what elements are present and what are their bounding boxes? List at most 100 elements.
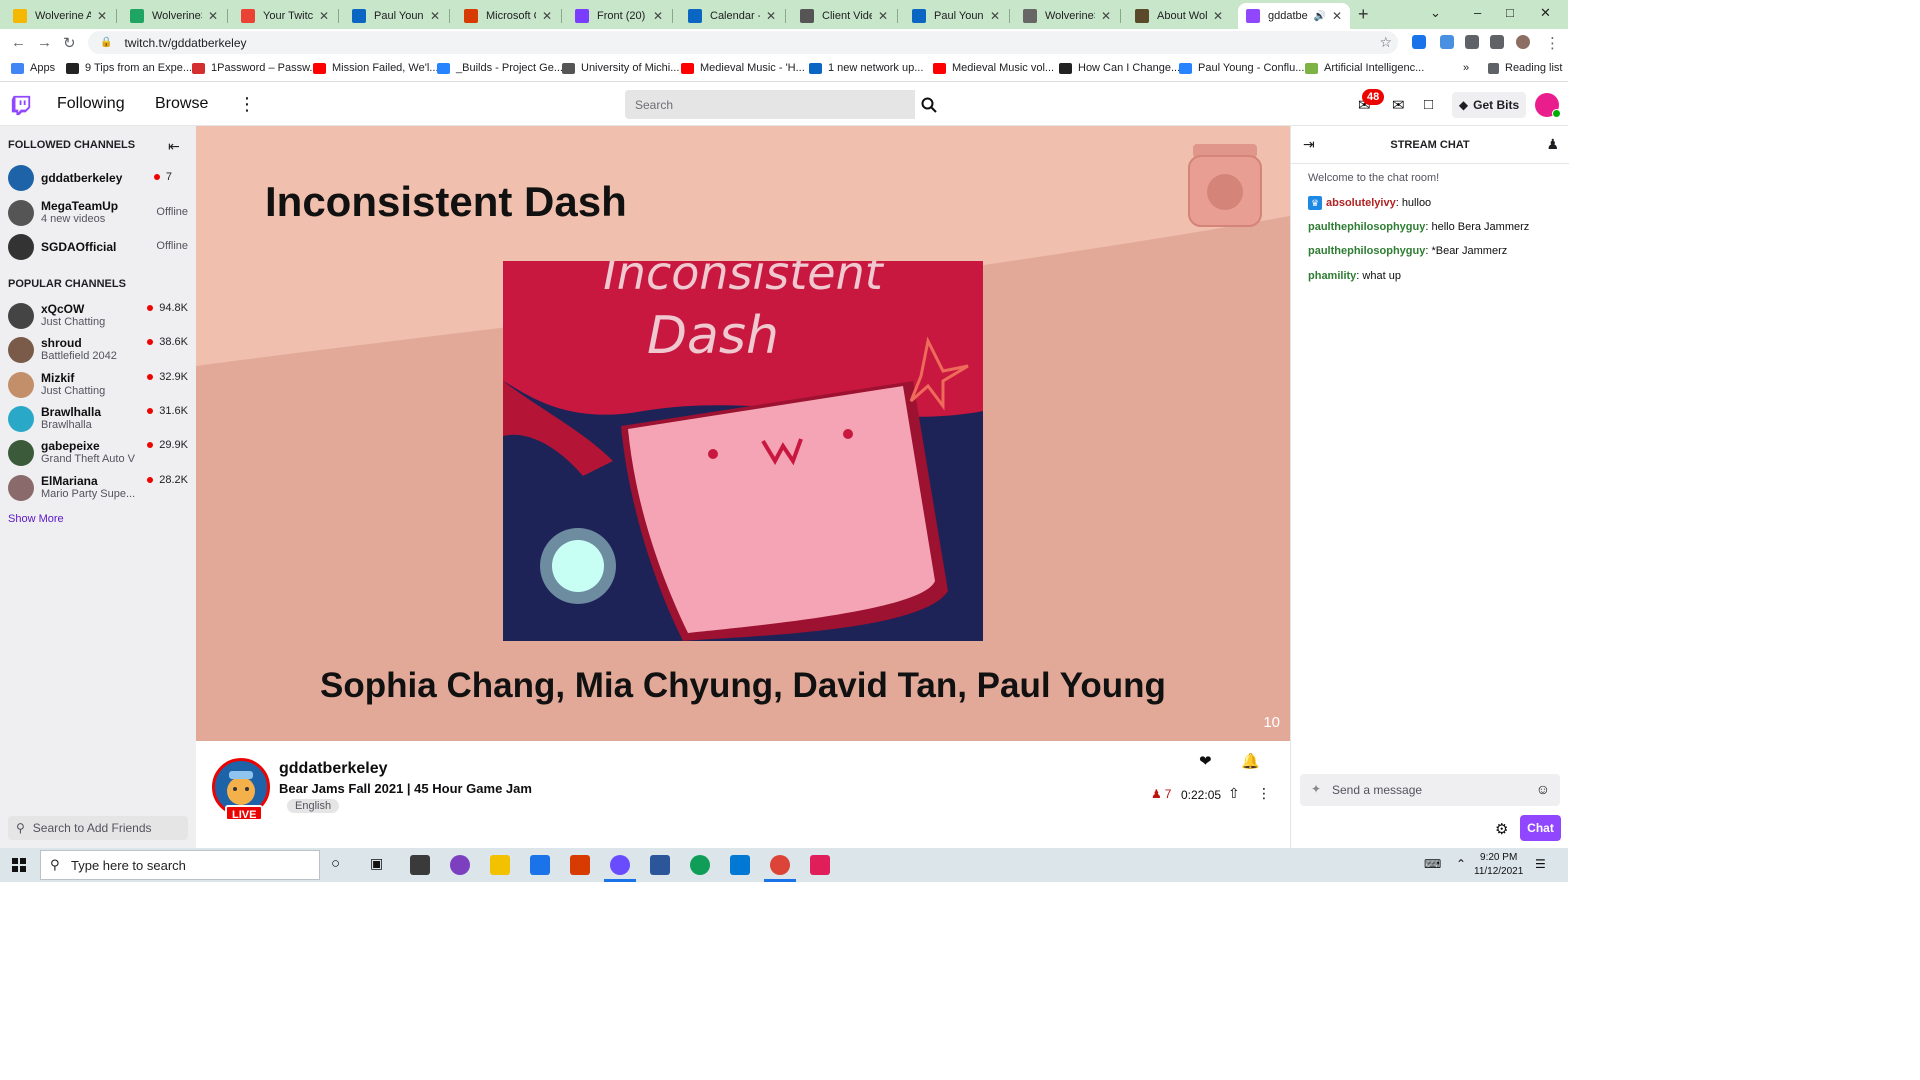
chat-username[interactable]: absolutelyivy [1326,197,1396,209]
speaker-icon[interactable]: 🔊 [1313,11,1325,22]
bookmark-item[interactable]: Apps [11,62,55,74]
close-icon[interactable]: ✕ [1101,9,1111,23]
file-explorer-icon[interactable] [490,855,510,875]
sidebar-channel[interactable]: gabepeixe Grand Theft Auto V 29.9K [0,436,196,470]
gear-icon[interactable]: ⚙ [1495,820,1508,838]
show-more-link[interactable]: Show More [8,513,64,525]
bookmark-item[interactable]: _Builds - Project Ge... [437,62,563,74]
sidebar-channel[interactable]: Mizkif Just Chatting 32.9K [0,368,196,402]
new-tab-icon[interactable]: + [1358,4,1369,25]
chat-input[interactable]: ✦ Send a message ☺ [1300,774,1560,806]
keyboard-icon[interactable]: ⌨ [1424,857,1441,871]
sidebar-channel[interactable]: gddatberkeley 7 [0,161,196,195]
close-icon[interactable]: ✕ [878,9,888,23]
close-icon[interactable]: ✕ [990,9,1000,23]
language-tag[interactable]: English [287,799,340,813]
store-icon[interactable] [410,855,430,875]
browser-tab[interactable]: Client Videos ✕ [792,3,896,29]
puzzle-icon[interactable] [1465,35,1479,49]
address-bar[interactable]: 🔒 twitch.tv/gddatberkeley ☆ [88,31,1398,54]
sidebar-channel[interactable]: SGDAOfficial Offline [0,230,196,264]
community-icon[interactable]: ♟ [1546,136,1559,153]
search-button[interactable] [915,90,943,119]
collapse-sidebar-icon[interactable]: ⇤ [168,138,180,155]
bookmark-item[interactable]: 1Password – Passw... [192,62,319,74]
minimize-icon[interactable]: – [1474,5,1481,20]
browser-tab[interactable]: WolverineSof ✕ [122,3,226,29]
browser-tab[interactable]: Your Twitch L ✕ [233,3,337,29]
mail-icon[interactable] [530,855,550,875]
bookmark-item[interactable]: Medieval Music vol... [933,62,1054,74]
browser-tab[interactable]: Calendar - Pa ✕ [680,3,784,29]
bookmark-item[interactable]: How Can I Change... [1059,62,1180,74]
whispers-icon[interactable]: ✉ [1392,96,1405,114]
more-options-icon[interactable]: ⋮ [1257,785,1271,802]
maximize-icon[interactable]: □ [1506,5,1514,20]
reload-icon[interactable]: ↻ [63,34,76,52]
edge-icon[interactable] [690,855,710,875]
close-icon[interactable]: ✕ [1332,9,1342,23]
twitch-logo-icon[interactable] [10,94,32,116]
chat-username[interactable]: phamility [1308,270,1356,282]
twitch-search-input[interactable]: Search [625,90,915,119]
back-icon[interactable]: ← [11,34,26,51]
activity-feed-icon[interactable]: □ [1424,96,1433,113]
close-icon[interactable]: ✕ [766,9,776,23]
bookmark-item[interactable]: 1 new network up... [809,62,923,74]
channel-name[interactable]: gddatberkeley [279,760,387,778]
bookmark-item[interactable]: Paul Young - Conflu... [1179,62,1304,74]
close-icon[interactable]: ✕ [1213,9,1223,23]
browser-tab[interactable]: Wolverine Ac ✕ [5,3,115,29]
browser-tab[interactable]: Paul Young | L ✕ [344,3,448,29]
chrome-icon[interactable] [770,855,790,875]
close-icon[interactable]: ✕ [319,9,329,23]
close-icon[interactable]: ✕ [653,9,663,23]
discord-icon[interactable] [610,855,630,875]
slack-icon[interactable] [810,855,830,875]
extension-icon[interactable] [1440,35,1454,49]
video-player[interactable]: Inconsistent Dash Inconsistent Dash Soph… [196,126,1290,741]
browser-tab[interactable]: Microsoft Off ✕ [456,3,560,29]
sidebar-channel[interactable]: MegaTeamUp 4 new videos Offline [0,196,196,230]
sidebar-channel[interactable]: ElMariana Mario Party Supe... 28.2K [0,471,196,505]
word-icon[interactable] [650,855,670,875]
nav-following[interactable]: Following [57,95,125,113]
bookmark-item[interactable]: 9 Tips from an Expe... [66,62,192,74]
bookmark-item[interactable]: Medieval Music - 'H... [681,62,805,74]
browser-menu-icon[interactable]: ⋮ [1545,34,1560,52]
sidebar-channel[interactable]: Brawlhalla Brawlhalla 31.6K [0,402,196,436]
close-icon[interactable]: ✕ [430,9,440,23]
sidebar-channel[interactable]: xQcOW Just Chatting 94.8K [0,299,196,333]
chevron-up-icon[interactable]: ⌃ [1456,857,1466,871]
url-text[interactable]: twitch.tv/gddatberkeley [124,36,246,50]
emote-icon[interactable]: ☺ [1536,781,1550,797]
bookmarks-overflow-icon[interactable]: » [1463,62,1469,74]
browser-tab[interactable]: Front (20) ✕ [567,3,671,29]
user-avatar[interactable] [1535,93,1561,118]
browser-tab[interactable]: About Wolve ✕ [1127,3,1231,29]
bell-icon[interactable]: 🔔 [1241,752,1260,770]
task-view-icon[interactable]: ▣ [370,855,383,872]
cortana-icon[interactable]: ○ [331,855,340,872]
close-icon[interactable]: ✕ [97,9,107,23]
close-icon[interactable]: ✕ [542,9,552,23]
get-bits-button[interactable]: ◆ Get Bits [1452,92,1526,118]
close-icon[interactable]: ✕ [208,9,218,23]
system-clock[interactable]: 9:20 PM 11/12/2021 [1474,851,1523,879]
bookmark-item[interactable]: Artificial Intelligenc... [1305,62,1424,74]
browser-tab[interactable]: gddatbe 🔊 ✕ [1238,3,1350,29]
bookmark-item[interactable]: Mission Failed, We'l... [313,62,438,74]
notification-center-icon[interactable]: ☰ [1535,857,1546,871]
chat-send-button[interactable]: Chat [1520,815,1561,841]
heart-icon[interactable]: ❤ [1199,752,1212,770]
taskbar-search[interactable]: ⚲ Type here to search [40,850,320,880]
close-window-icon[interactable]: ✕ [1540,5,1551,21]
sidebar-channel[interactable]: shroud Battlefield 2042 38.6K [0,333,196,367]
chat-username[interactable]: paulthephilosophyguy [1308,245,1425,257]
office-icon[interactable] [570,855,590,875]
github-icon[interactable] [450,855,470,875]
sparkle-icon[interactable]: ✦ [1311,782,1321,796]
chat-username[interactable]: paulthephilosophyguy [1308,221,1425,233]
nav-browse[interactable]: Browse [155,95,208,113]
media-icon[interactable] [1490,35,1504,49]
